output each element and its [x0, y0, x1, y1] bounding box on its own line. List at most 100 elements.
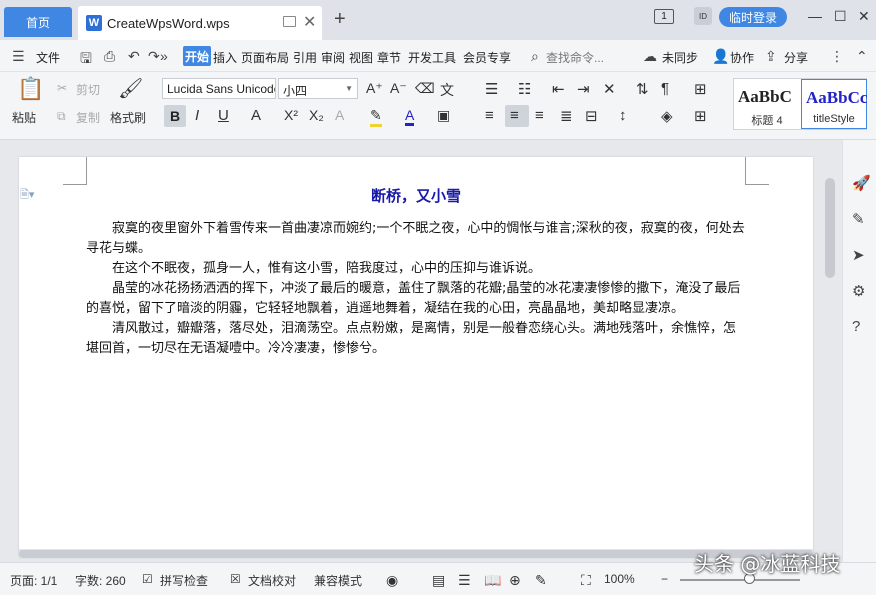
char-border-button[interactable]: ▣: [437, 107, 450, 124]
text-effect-button[interactable]: A: [335, 107, 344, 123]
bullet-list-icon[interactable]: ☰: [485, 80, 498, 98]
vertical-scroll-thumb[interactable]: [825, 178, 835, 278]
superscript-button[interactable]: X²: [284, 107, 298, 123]
italic-button[interactable]: I: [195, 107, 199, 124]
font-size-select[interactable]: 小四 ▼: [278, 78, 358, 99]
document-title[interactable]: 断桥，又小雪: [19, 185, 813, 206]
menu-section[interactable]: 章节: [377, 49, 401, 66]
align-right-icon[interactable]: ≡: [535, 107, 544, 124]
tab-home[interactable]: 首页: [4, 7, 72, 37]
copy-icon[interactable]: ⧉: [57, 109, 66, 124]
clear-format-icon[interactable]: ⌫: [415, 80, 435, 97]
subscript-button[interactable]: X₂: [309, 107, 324, 123]
eye-icon[interactable]: ◉: [386, 572, 398, 589]
sync-status-button[interactable]: 未同步: [662, 49, 698, 66]
justify-icon[interactable]: ≣: [560, 107, 573, 125]
tab-document[interactable]: W CreateWpsWord.wps ✕: [78, 6, 322, 40]
menu-page-layout[interactable]: 页面布局: [241, 49, 289, 66]
outline-view-icon[interactable]: ☰: [458, 572, 471, 589]
rocket-icon[interactable]: 🚀: [852, 174, 871, 192]
hamburger-icon[interactable]: ☰: [12, 48, 25, 65]
chinese-layout-icon[interactable]: ✕: [603, 80, 616, 98]
vertical-scrollbar[interactable]: [822, 170, 836, 570]
redo-icon[interactable]: ↷: [148, 48, 160, 65]
paste-icon[interactable]: 📋: [17, 76, 44, 102]
numbered-list-icon[interactable]: ☷: [518, 80, 531, 98]
cursor-icon[interactable]: ➤: [852, 246, 865, 264]
print-icon[interactable]: ⎙: [104, 48, 115, 65]
format-painter-icon[interactable]: 🖌: [118, 76, 143, 101]
page-view-icon[interactable]: ▤: [432, 572, 445, 589]
menu-developer[interactable]: 开发工具: [408, 49, 456, 66]
bold-button[interactable]: B: [164, 105, 186, 127]
more-options-icon[interactable]: ⋮: [830, 48, 844, 65]
font-color-button[interactable]: A: [405, 107, 415, 126]
web-view-icon[interactable]: ⊕: [509, 572, 521, 589]
paste-button[interactable]: 粘贴: [12, 109, 36, 126]
phonetic-guide-icon[interactable]: 文: [440, 80, 454, 100]
increase-indent-icon[interactable]: ⇥: [577, 80, 590, 98]
close-window-icon[interactable]: ✕: [858, 8, 870, 25]
window-count-badge[interactable]: 1: [654, 9, 674, 24]
document-page[interactable]: 断桥，又小雪 寂寞的夜里窗外下着雪传来一首曲凄凉而婉约;一个不眠之夜，心中的惆怅…: [19, 157, 813, 557]
cut-button[interactable]: 剪切: [76, 81, 100, 98]
menu-view[interactable]: 视图: [349, 49, 373, 66]
paragraph[interactable]: 在这个不眠夜，孤身一人，惟有这小雪，陪我度过，心中的压抑与谁诉说。: [86, 259, 746, 279]
reading-view-icon[interactable]: 📖: [484, 572, 501, 589]
show-marks-icon[interactable]: ¶: [661, 80, 669, 97]
document-nav-icon[interactable]: 🗎▾: [20, 186, 34, 205]
proofread-button[interactable]: 文档校对: [248, 572, 296, 589]
style-heading4[interactable]: AaBbC 标题 4: [734, 79, 800, 129]
shrink-font-icon[interactable]: A⁻: [390, 80, 407, 97]
align-left-icon[interactable]: ≡: [485, 107, 494, 124]
menu-home-tab[interactable]: 开始: [183, 46, 211, 66]
menu-member[interactable]: 会员专享: [463, 49, 511, 66]
command-search-input[interactable]: 查找命令...: [546, 49, 604, 66]
zoom-level[interactable]: 100%: [604, 572, 635, 586]
paragraph[interactable]: 晶莹的冰花扬扬洒洒的挥下，冲淡了最后的暖意，盖住了飘落的花瓣;晶莹的冰花凄凄惨惨…: [86, 279, 746, 319]
distribute-icon[interactable]: ⊟: [585, 107, 598, 125]
decrease-indent-icon[interactable]: ⇤: [552, 80, 565, 98]
menu-insert[interactable]: 插入: [213, 49, 237, 66]
zoom-slider[interactable]: [680, 579, 800, 581]
add-tab-button[interactable]: +: [334, 9, 346, 29]
login-button[interactable]: 临时登录: [719, 7, 787, 27]
page-indicator[interactable]: 页面: 1/1: [10, 572, 57, 589]
avatar[interactable]: ID: [694, 7, 712, 25]
underline-button[interactable]: U: [218, 107, 229, 124]
undo-icon[interactable]: ↶: [128, 48, 140, 65]
strikethrough-button[interactable]: A: [251, 107, 261, 124]
font-name-select[interactable]: Lucida Sans Unicode: [162, 78, 276, 99]
menu-references[interactable]: 引用: [293, 49, 317, 66]
borders-icon[interactable]: ⊞: [694, 107, 707, 125]
tab-stops-icon[interactable]: ⊞: [694, 80, 707, 98]
menu-file[interactable]: 文件: [36, 49, 60, 66]
paragraph[interactable]: 寂寞的夜里窗外下着雪传来一首曲凄凉而婉约;一个不眠之夜，心中的惆怅与谁言;深秋的…: [86, 219, 746, 259]
help-icon[interactable]: ?: [852, 318, 860, 335]
share-button[interactable]: 分享: [784, 49, 808, 66]
fit-page-icon[interactable]: ⛶: [581, 572, 591, 589]
shading-icon[interactable]: ◈: [661, 107, 673, 125]
menu-review[interactable]: 审阅: [321, 49, 345, 66]
minimize-icon[interactable]: —: [808, 8, 822, 24]
format-painter-button[interactable]: 格式刷: [110, 109, 146, 126]
paragraph[interactable]: 清风散过，瓣瓣落，落尽处，泪滴荡空。点点粉嫩，是离情，别是一般眷恋绕心头。满地残…: [86, 319, 746, 359]
pen-icon[interactable]: ✎: [852, 210, 865, 228]
spellcheck-button[interactable]: 拼写检查: [160, 572, 208, 589]
maximize-icon[interactable]: ☐: [834, 8, 847, 25]
collaborate-button[interactable]: 协作: [730, 49, 754, 66]
grow-font-icon[interactable]: A⁺: [366, 80, 383, 97]
close-tab-icon[interactable]: ✕: [303, 12, 316, 32]
save-icon[interactable]: 🖫: [80, 48, 92, 72]
style-titlestyle[interactable]: AaBbCc titleStyle: [801, 79, 867, 129]
copy-button[interactable]: 复制: [76, 109, 100, 126]
cut-icon[interactable]: ✂: [57, 81, 67, 95]
document-body[interactable]: 寂寞的夜里窗外下着雪传来一首曲凄凉而婉约;一个不眠之夜，心中的惆怅与谁言;深秋的…: [86, 219, 746, 359]
word-count[interactable]: 字数: 260: [75, 572, 126, 589]
zoom-out-icon[interactable]: −: [661, 572, 668, 586]
collapse-ribbon-icon[interactable]: ⌃: [856, 48, 868, 65]
settings-sliders-icon[interactable]: ⚙: [852, 282, 865, 300]
sort-icon[interactable]: ⇅: [636, 80, 649, 98]
more-quick-icon[interactable]: »: [160, 48, 168, 64]
line-spacing-icon[interactable]: ↕: [619, 107, 627, 124]
